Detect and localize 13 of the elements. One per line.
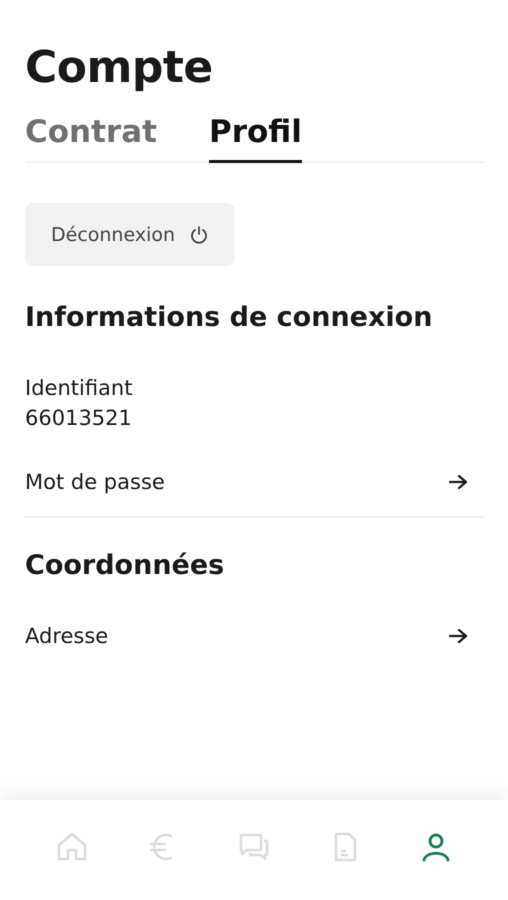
power-icon <box>189 224 210 244</box>
page-title: Compte <box>25 41 214 95</box>
logout-button[interactable]: Déconnexion <box>25 203 236 266</box>
menu-link[interactable]: Adresse <box>25 624 484 648</box>
field-label: Identifiant <box>25 376 134 400</box>
section-heading: Informations de connexion <box>25 301 434 335</box>
tab[interactable]: Profil <box>208 114 302 163</box>
tab[interactable]: Contrat <box>25 114 157 163</box>
section-heading: Coordonnées <box>25 549 226 583</box>
arrow-right-icon <box>448 474 468 490</box>
field-value: 66013521 <box>25 406 133 430</box>
menu-link[interactable]: Mot de passe <box>25 470 484 494</box>
arrow-right-icon <box>448 628 468 644</box>
